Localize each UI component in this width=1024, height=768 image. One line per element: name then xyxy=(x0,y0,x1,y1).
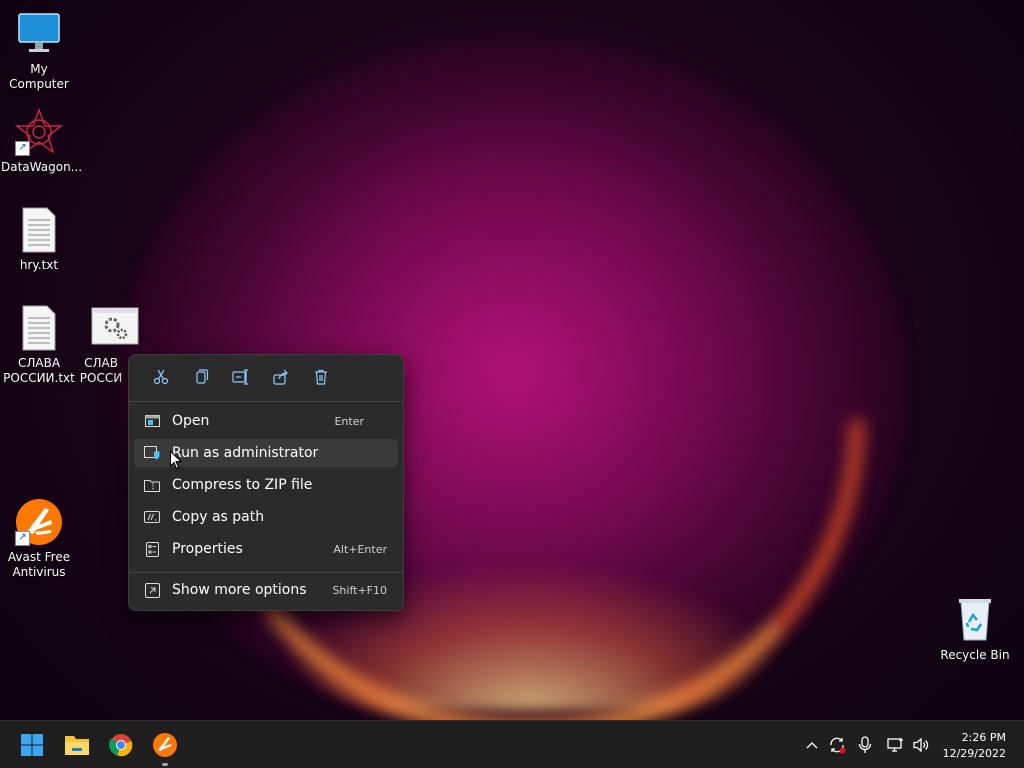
text-file-icon xyxy=(15,206,63,254)
shortcut-arrow-icon: ↗ xyxy=(15,531,30,546)
start-icon[interactable] xyxy=(16,729,48,761)
copy-path-icon xyxy=(144,510,160,524)
volume-icon[interactable] xyxy=(909,733,933,757)
system-clock[interactable]: 2:26 PM 12/29/2022 xyxy=(943,730,1006,762)
menu-item-shortcut: Alt+Enter xyxy=(333,542,387,556)
menu-item-label: Run as administrator xyxy=(172,445,319,461)
chevron-up-icon[interactable] xyxy=(800,733,824,757)
menu-separator xyxy=(129,572,403,573)
microphone-icon[interactable] xyxy=(853,733,877,757)
desktop-icon-label: hry.txt xyxy=(19,258,59,272)
desktop-icon-label: Recycle Bin xyxy=(940,648,1010,662)
clock-date: 12/29/2022 xyxy=(942,747,1006,760)
menu-item-properties[interactable]: Properties Alt+Enter xyxy=(134,535,398,563)
desktop-icon-slava-txt[interactable]: СЛАВА РОССИИ.txt xyxy=(1,304,77,386)
delete-icon[interactable] xyxy=(301,361,341,393)
context-menu-toolbar xyxy=(129,355,403,399)
desktop-icon-my-computer[interactable]: My Computer xyxy=(1,10,77,92)
desktop-icon-label: DataWagon... xyxy=(1,160,83,174)
menu-item-show-more-options[interactable]: Show more options Shift+F10 xyxy=(134,576,398,604)
desktop-icon-hry-txt[interactable]: hry.txt xyxy=(1,206,77,273)
menu-item-label: Open xyxy=(172,413,210,429)
mouse-cursor-icon xyxy=(170,450,183,474)
menu-item-open[interactable]: Open Enter xyxy=(134,407,398,435)
monitor-icon xyxy=(15,10,63,58)
avast-logo-icon: ↗ xyxy=(15,498,63,546)
shield-window-icon xyxy=(144,446,160,460)
share-icon[interactable] xyxy=(261,361,301,393)
rename-icon[interactable] xyxy=(221,361,261,393)
cut-icon[interactable] xyxy=(141,361,181,393)
desktop-icon-recycle-bin[interactable]: Recycle Bin xyxy=(937,596,1013,663)
context-menu: Open Enter Run as administrator Compress… xyxy=(128,354,404,611)
desktop-icon-avast[interactable]: ↗ Avast Free Antivirus xyxy=(1,498,77,580)
more-options-icon xyxy=(144,582,160,598)
menu-item-label: Properties xyxy=(172,541,243,557)
menu-separator xyxy=(129,401,403,402)
desktop-icon-datawagon[interactable]: ↗ DataWagon... xyxy=(1,107,83,175)
recycle-bin-icon xyxy=(951,596,999,644)
desktop-icon-label: СЛАВ РОССИ xyxy=(79,356,123,385)
open-window-icon xyxy=(144,414,160,428)
settings-gear-file-icon xyxy=(91,304,139,352)
shortcut-arrow-icon: ↗ xyxy=(15,141,30,156)
desktop-icon-label: My Computer xyxy=(9,62,69,91)
avast-icon[interactable] xyxy=(149,729,181,761)
menu-item-label: Compress to ZIP file xyxy=(172,477,313,493)
file-explorer-icon[interactable] xyxy=(61,729,93,761)
desktop-icon-label: Avast Free Antivirus xyxy=(7,550,71,579)
menu-item-shortcut: Shift+F10 xyxy=(332,583,387,597)
taskbar: 2:26 PM 12/29/2022 xyxy=(0,720,1024,768)
menu-item-shortcut: Enter xyxy=(334,414,364,428)
copy-icon[interactable] xyxy=(181,361,221,393)
sync-icon[interactable] xyxy=(825,733,849,757)
menu-item-compress-zip[interactable]: Compress to ZIP file xyxy=(134,471,398,499)
menu-item-copy-as-path[interactable]: Copy as path xyxy=(134,503,398,531)
clock-time: 2:26 PM xyxy=(961,731,1006,744)
datawagon-logo-icon: ↗ xyxy=(14,107,64,156)
menu-item-label: Copy as path xyxy=(172,509,265,525)
properties-icon xyxy=(144,541,160,557)
zip-folder-icon xyxy=(144,478,160,492)
menu-item-label: Show more options xyxy=(172,582,307,598)
running-indicator xyxy=(162,763,168,766)
text-file-icon xyxy=(15,304,63,352)
desktop-icon-label: СЛАВА РОССИИ.txt xyxy=(3,356,75,385)
network-icon[interactable] xyxy=(884,733,908,757)
chrome-icon[interactable] xyxy=(105,729,137,761)
